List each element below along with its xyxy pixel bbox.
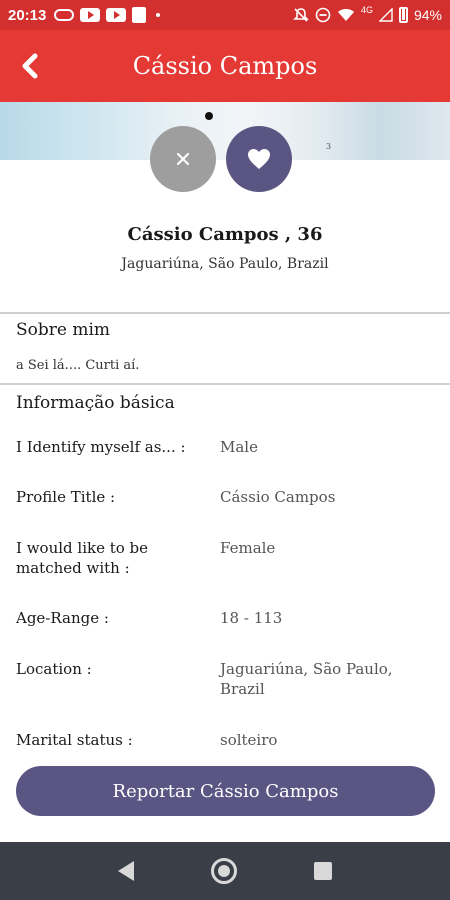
- info-value-marital-status: solteiro: [220, 731, 278, 749]
- info-label-location: Location :: [16, 660, 92, 678]
- game-notification-icon: [54, 9, 75, 21]
- info-label-profile-title: Profile Title :: [16, 488, 116, 506]
- more-notifications-icon: [156, 13, 161, 17]
- info-label-matched-with: I would like to be matched with :: [16, 539, 149, 577]
- triangle-back-icon[interactable]: [118, 861, 135, 881]
- page-title: Cássio Campos: [132, 52, 318, 80]
- profile-location: Jaguariúna, São Paulo, Brazil: [121, 256, 329, 272]
- like-button[interactable]: [226, 126, 292, 192]
- info-label-age-range: Age-Range :: [16, 609, 109, 627]
- signal-icon: [378, 8, 393, 22]
- photo-page-indicator: [205, 112, 213, 120]
- info-value-age-range: 18 - 113: [220, 609, 283, 627]
- back-button[interactable]: [14, 50, 46, 82]
- photo-mark: 3: [326, 142, 332, 151]
- about-text: a Sei lá.... Curti aí.: [16, 358, 140, 373]
- app-bar: Cássio Campos: [0, 30, 450, 102]
- status-right: 4G 94%: [293, 5, 442, 23]
- mute-icon: [293, 8, 309, 22]
- divider: [0, 312, 450, 314]
- arrow-left-icon: [22, 53, 38, 79]
- square-recent-icon[interactable]: [313, 862, 332, 880]
- youtube-notification-icon: [80, 8, 101, 22]
- close-icon: [177, 153, 189, 165]
- divider: [0, 383, 450, 385]
- battery-icon: [398, 7, 408, 23]
- info-label-identify: I Identify myself as... :: [16, 438, 186, 456]
- app-notification-icon: [132, 7, 147, 23]
- youtube-notification-icon-2: [106, 8, 127, 22]
- basic-info-title: Informação básica: [16, 393, 175, 413]
- do-not-disturb-icon: [315, 7, 331, 23]
- wifi-icon: [337, 9, 354, 21]
- profile-photo[interactable]: 3: [0, 102, 450, 160]
- info-value-identify: Male: [220, 438, 258, 456]
- dislike-button[interactable]: [150, 126, 216, 192]
- info-value-profile-title: Cássio Campos: [220, 488, 336, 506]
- info-value-location: Jaguariúna, São Paulo, Brazil: [220, 660, 393, 698]
- system-nav-bar: [0, 842, 450, 900]
- battery-percent: 94%: [413, 7, 442, 23]
- info-label-marital-status: Marital status :: [16, 731, 133, 749]
- about-title: Sobre mim: [16, 320, 111, 340]
- profile-name-age: Cássio Campos , 36: [127, 224, 323, 245]
- report-button[interactable]: Reportar Cássio Campos: [16, 766, 435, 816]
- circle-home-icon[interactable]: [210, 858, 237, 884]
- status-time: 20:13: [8, 6, 47, 24]
- info-value-matched-with: Female: [220, 539, 276, 557]
- heart-icon: [248, 149, 270, 169]
- status-bar: 20:13 4G 94%: [0, 0, 450, 30]
- network-label: 4G: [360, 5, 373, 15]
